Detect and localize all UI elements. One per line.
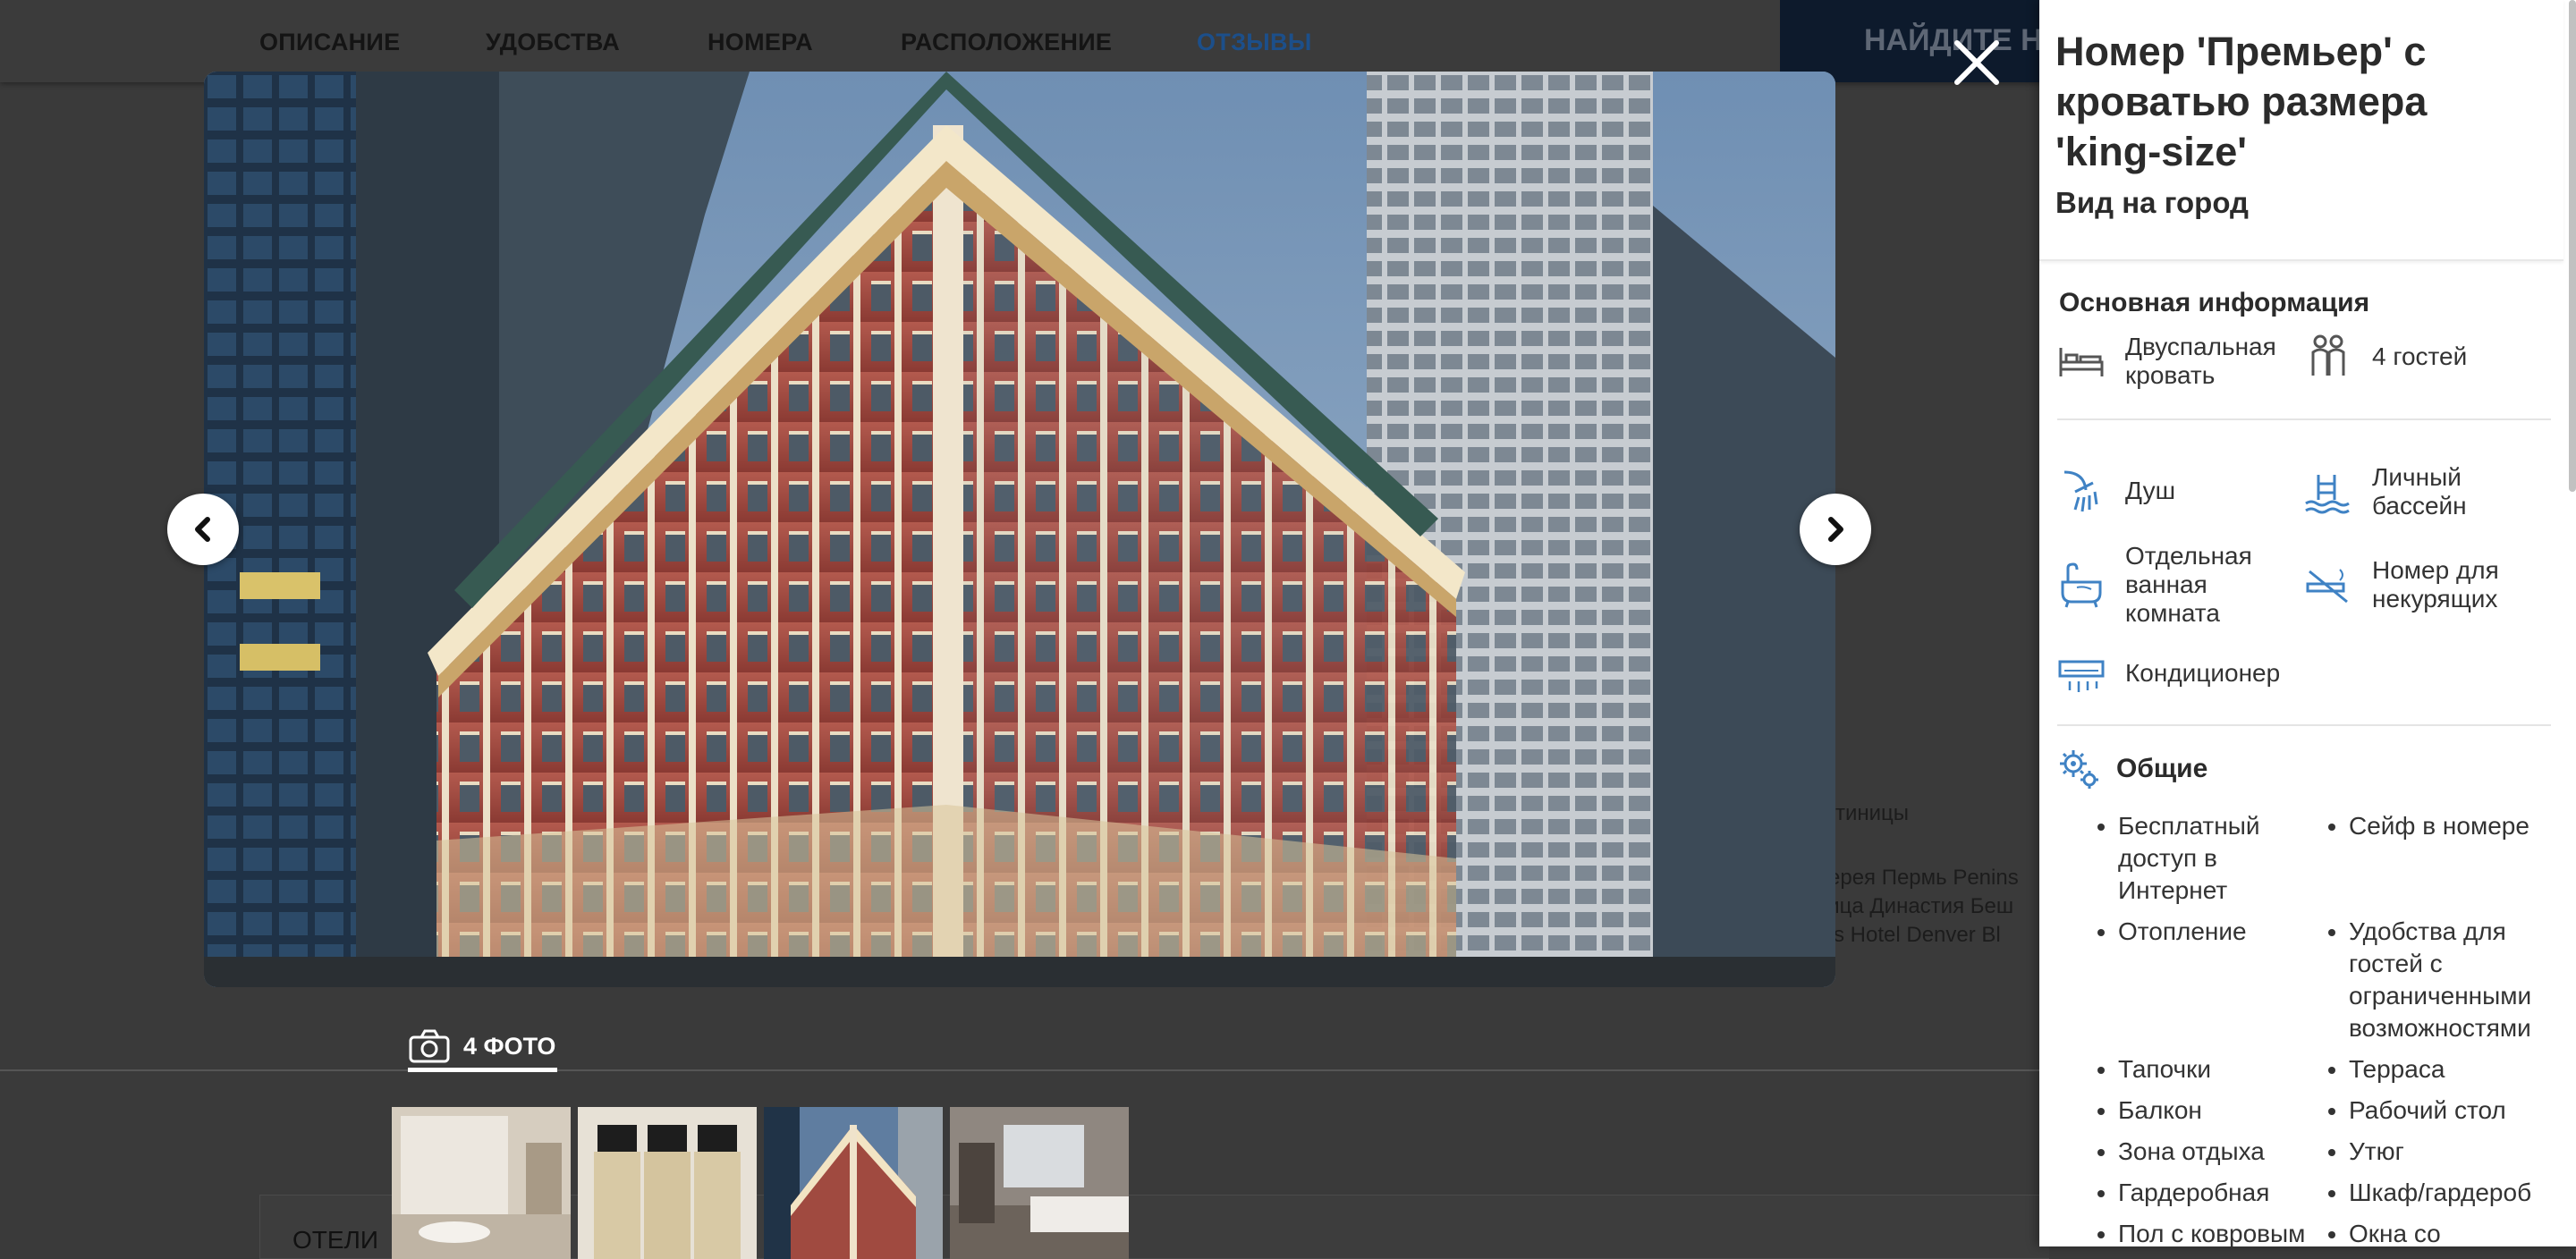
bed-type: Двуспальная кровать: [2125, 333, 2276, 389]
thumbnail-toiletries[interactable]: [578, 1107, 757, 1259]
general-heading-row: Общие: [2057, 748, 2207, 790]
photo-count-label: 4 ФОТО: [463, 1032, 556, 1060]
amenity-shower: Душ: [2057, 467, 2175, 515]
nav-item-description[interactable]: ОПИСАНИЕ: [259, 29, 400, 56]
feature-item: Тапочки: [2118, 1053, 2315, 1094]
nav-item-location[interactable]: РАСПОЛОЖЕНИЕ: [901, 29, 1112, 56]
room-view: Вид на город: [2055, 186, 2249, 219]
amenity-bathroom: Отдельная ванная комната: [2057, 542, 2268, 628]
feature-item: Утюг: [2349, 1136, 2563, 1177]
feature-item: Бесплатный доступ в Интернет: [2118, 810, 2315, 916]
amenity-shower-label: Душ: [2125, 477, 2176, 504]
nav-item-reviews[interactable]: ОТЗЫВЫ: [1197, 29, 1312, 56]
room-header: Номер 'Премьер' с кроватью размера 'king…: [2039, 0, 2563, 261]
guests-info: 4 гостей: [2304, 333, 2467, 381]
feature-item: Пол с ковровым: [2118, 1218, 2315, 1246]
feature-item: Шкаф/гардероб: [2349, 1177, 2563, 1218]
close-gallery-button[interactable]: [1950, 36, 2004, 89]
room-title: Номер 'Премьер' с кроватью размера 'king…: [2055, 29, 2428, 174]
amenity-pool-label: Личный бассейн: [2372, 463, 2467, 520]
photo-count-tab[interactable]: 4 ФОТО: [408, 1025, 558, 1072]
feature-item: Сейф в номере: [2349, 810, 2563, 916]
feature-item: Отопление: [2118, 916, 2315, 1053]
thumbnail-bedroom[interactable]: [950, 1107, 1129, 1259]
feature-item: Окна со: [2349, 1218, 2563, 1246]
bed-icon: [2059, 348, 2104, 376]
find-room-button[interactable]: НАЙДИТЕ Н: [1780, 0, 2048, 82]
panel-scrollbar[interactable]: [2569, 0, 2576, 492]
feature-item: Удобства для гостей с ограниченными возм…: [2349, 916, 2563, 1053]
feature-item: Зона отдыха: [2118, 1136, 2315, 1177]
feature-item: Балкон: [2118, 1094, 2315, 1136]
background-hotel-link[interactable]: rtis Hotel Denver Bl: [1816, 923, 2001, 948]
background-card-label: ОТЕЛИ: [292, 1226, 379, 1254]
general-list-right: Сейф в номере Удобства для гостей с огра…: [2315, 810, 2563, 1246]
thumbnail-strip: [392, 1107, 1129, 1259]
amenity-ac: Кондиционер: [2057, 649, 2280, 697]
camera-icon: [409, 1029, 450, 1063]
background-hotels-label: стиницы: [1825, 801, 1910, 825]
feature-item: Терраса: [2349, 1053, 2563, 1094]
bathtub-icon: [2061, 562, 2102, 608]
background-divider: [0, 1069, 2048, 1071]
amenity-pool: Личный бассейн: [2304, 463, 2506, 520]
next-photo-button[interactable]: [1800, 494, 1871, 565]
gears-icon: [2060, 750, 2098, 789]
basic-info-heading: Основная информация: [2059, 288, 2370, 317]
shower-icon: [2063, 470, 2098, 512]
nav-item-rooms[interactable]: НОМЕРА: [708, 29, 813, 56]
general-list-left: Бесплатный доступ в Интернет Отопление Т…: [2084, 810, 2315, 1246]
background-hotel-link[interactable]: ница Династия Беш: [1816, 894, 2013, 919]
nav-item-amenities[interactable]: УДОБСТВА: [486, 29, 620, 56]
pool-icon: [2305, 475, 2350, 514]
thumbnail-bathroom[interactable]: [392, 1107, 571, 1259]
general-heading: Общие: [2116, 754, 2208, 783]
no-smoking-icon: [2306, 569, 2348, 604]
bed-info: Двуспальная кровать: [2057, 333, 2304, 390]
chevron-left-icon: [195, 517, 210, 542]
amenity-bathroom-label: Отдельная ванная комната: [2125, 542, 2252, 627]
guest-count: 4 гостей: [2372, 342, 2468, 370]
section-divider: [2057, 724, 2551, 726]
section-divider: [2057, 418, 2551, 420]
guests-icon: [2311, 334, 2345, 376]
amenity-ac-label: Кондиционер: [2125, 659, 2281, 687]
feature-item: Рабочий стол: [2349, 1094, 2563, 1136]
close-icon: [1954, 40, 1999, 85]
main-room-photo: [204, 72, 1835, 987]
amenity-non-smoking: Номер для некурящих: [2304, 556, 2542, 613]
room-details-panel: Номер 'Премьер' с кроватью размера 'king…: [2039, 0, 2576, 1246]
previous-photo-button[interactable]: [167, 494, 239, 565]
thumbnail-building-exterior[interactable]: [764, 1107, 943, 1259]
background-hotel-link[interactable]: лерея Пермь Penins: [1816, 866, 2019, 891]
feature-item: Гардеробная: [2118, 1177, 2315, 1218]
chevron-right-icon: [1828, 517, 1843, 542]
air-conditioner-icon: [2058, 660, 2105, 692]
amenity-non-smoking-label: Номер для некурящих: [2372, 556, 2499, 613]
